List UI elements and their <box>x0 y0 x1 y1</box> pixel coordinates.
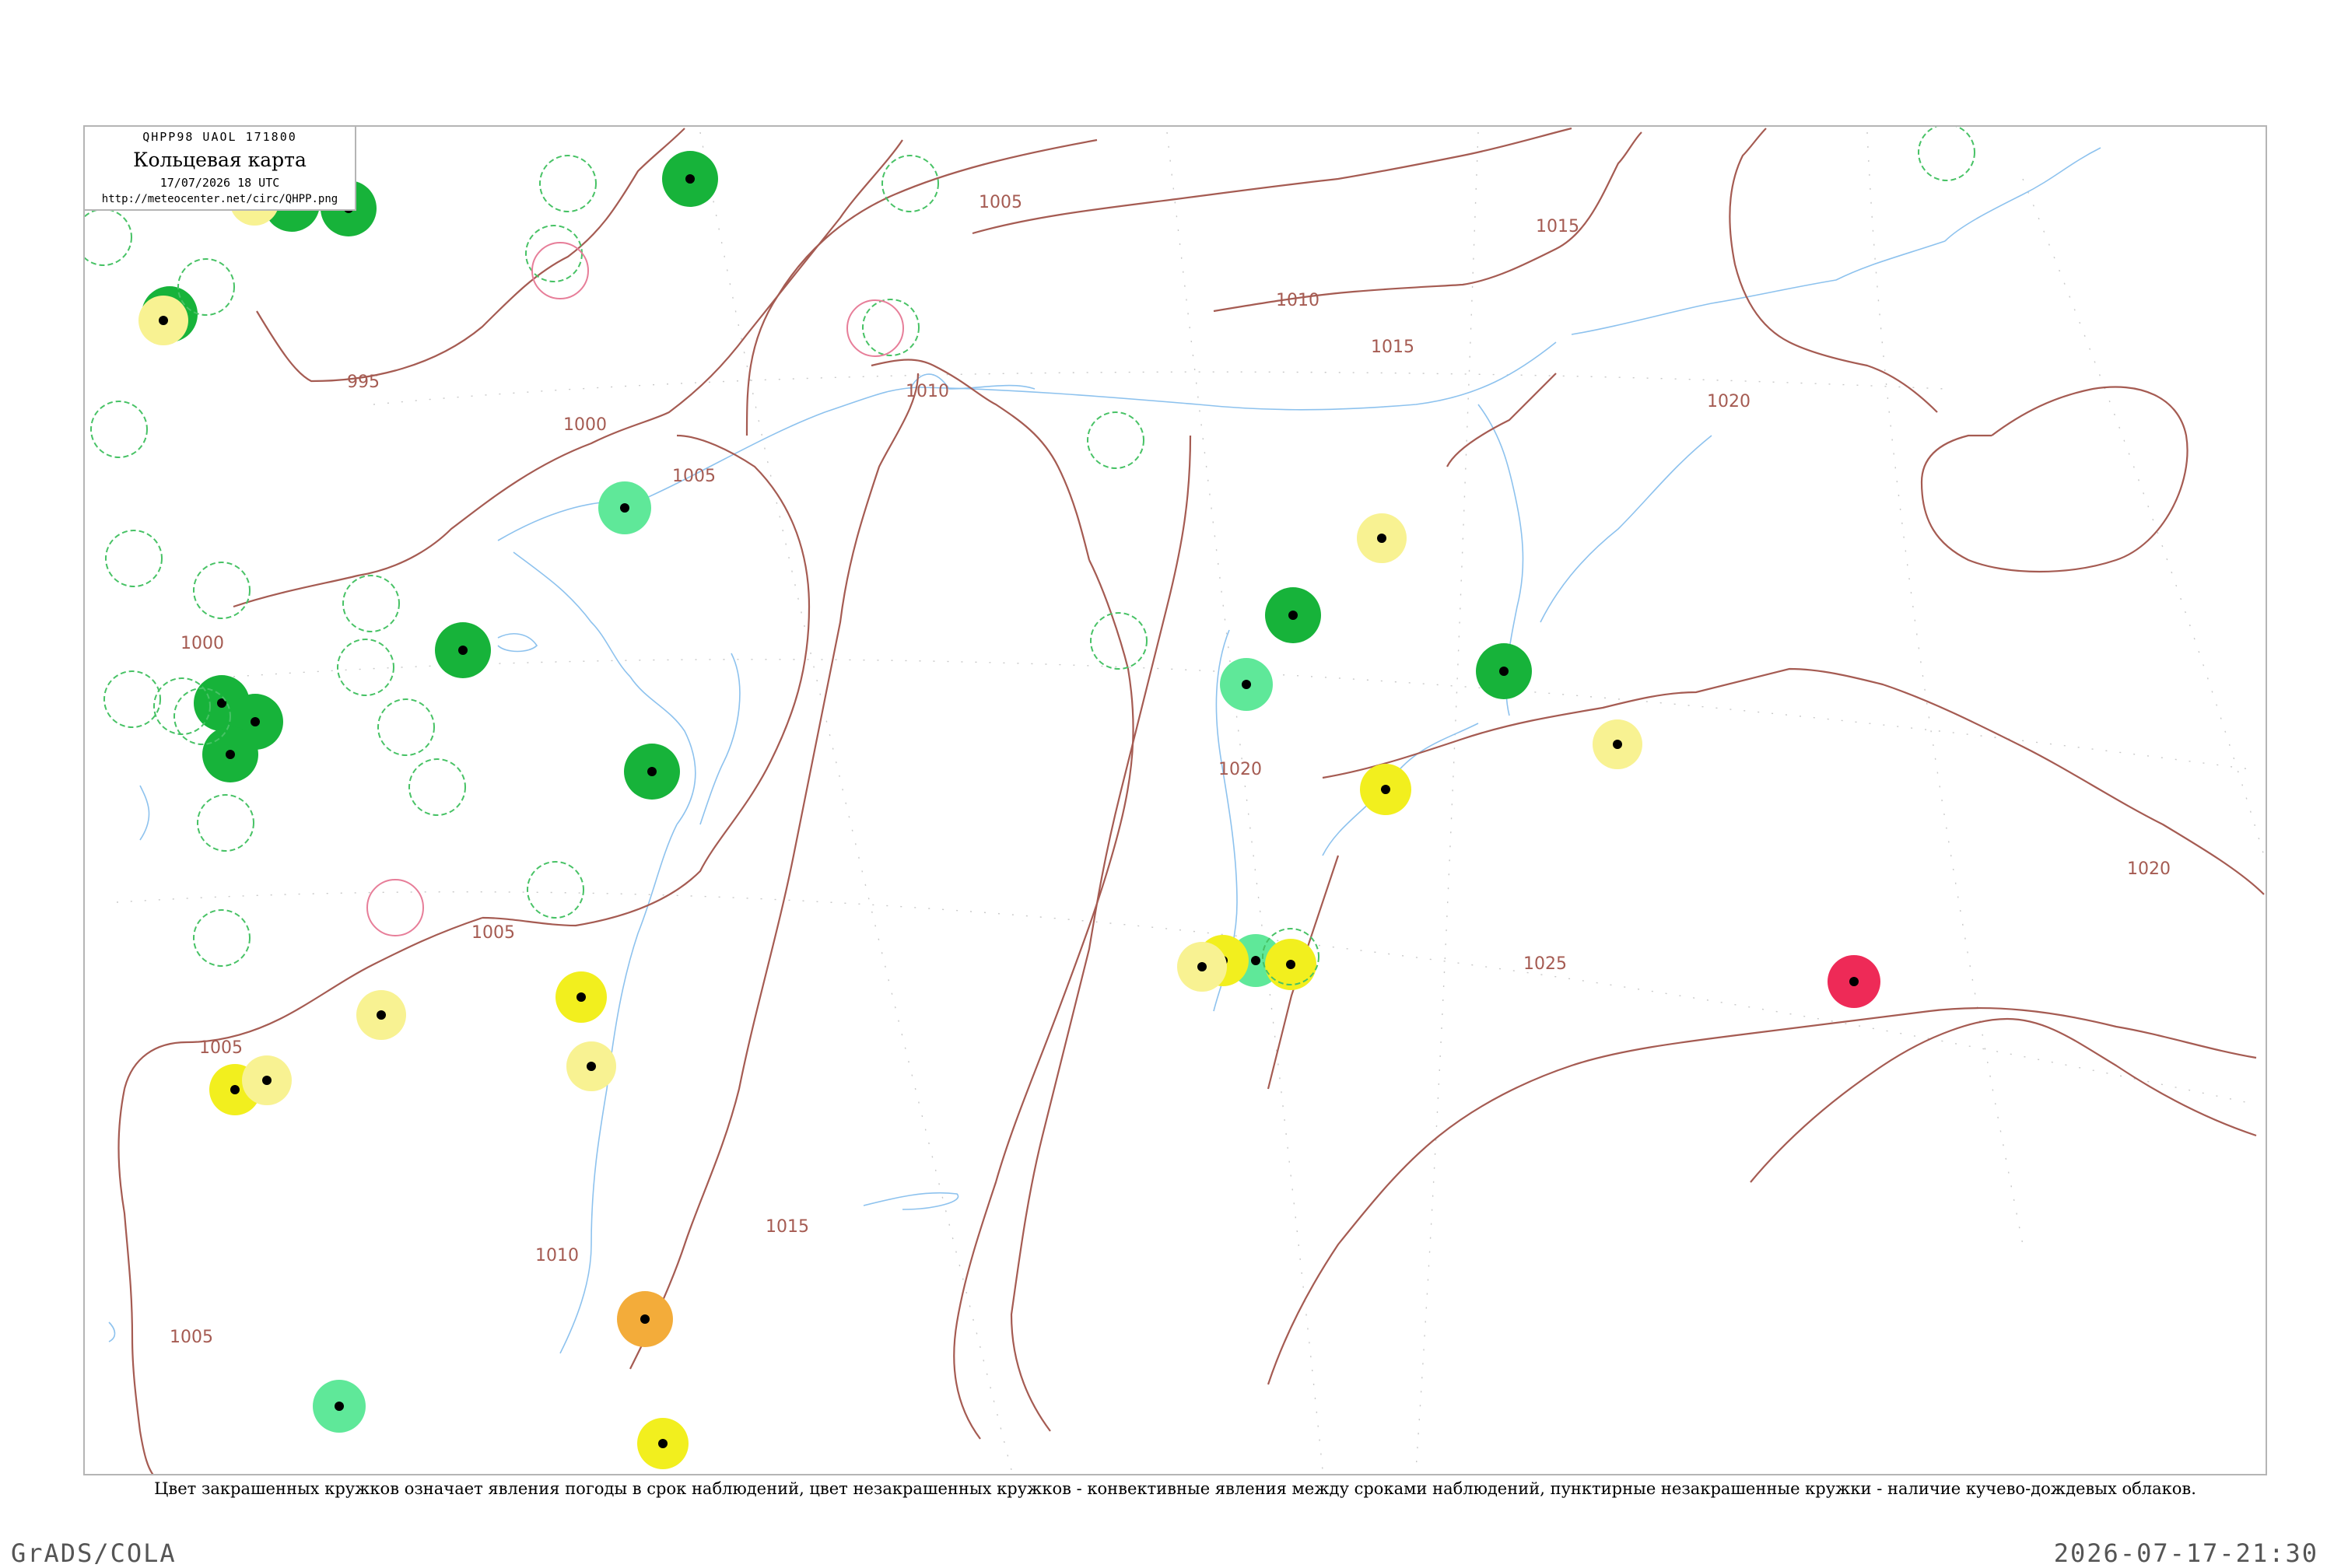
station-dot <box>647 767 657 776</box>
cb-cloud-ring <box>1087 411 1144 469</box>
cb-cloud-ring <box>193 562 251 619</box>
cb-cloud-ring <box>337 639 394 696</box>
station-dot <box>230 1085 240 1094</box>
render-timestamp: 2026-07-17-21:30 <box>2053 1538 2318 1568</box>
cb-cloud-ring <box>85 208 132 266</box>
cb-cloud-ring <box>1090 612 1148 670</box>
station-dot <box>226 750 235 759</box>
station-dot <box>1499 667 1509 676</box>
isobar-label: 1020 <box>1707 392 1750 411</box>
isobar-label: 1020 <box>1218 760 1262 779</box>
cb-cloud-ring <box>342 575 400 632</box>
cb-cloud-ring <box>881 155 939 212</box>
software-credit: GrADS/COLA <box>11 1538 177 1568</box>
weather-map: 995 1000 1000 1005 1005 1005 1005 1005 1… <box>85 127 2265 1474</box>
station-dot <box>1197 962 1207 971</box>
isobar-label: 1005 <box>979 193 1022 212</box>
station-dot <box>685 174 695 184</box>
cb-cloud-ring <box>527 861 584 919</box>
station-dot <box>576 992 586 1002</box>
station-dot <box>1286 960 1295 969</box>
station-dot <box>335 1402 344 1411</box>
cb-cloud-ring <box>539 155 597 212</box>
station-dot <box>1288 611 1298 620</box>
isobar-label: 1005 <box>672 467 716 486</box>
cb-cloud-ring <box>105 530 163 587</box>
cb-cloud-ring <box>1918 127 1975 181</box>
cb-cloud-ring <box>846 299 904 357</box>
cb-cloud-ring <box>197 794 254 852</box>
map-title: Кольцевая карта <box>133 149 307 171</box>
station-dot <box>1242 680 1251 689</box>
bulletin-code: QHPP98 UAOL 171800 <box>142 130 297 144</box>
graticule <box>116 131 2265 1471</box>
station-dot <box>1377 534 1386 543</box>
station-dot <box>377 1010 386 1020</box>
isobar-label: 1005 <box>471 923 515 943</box>
map-valid-time: 17/07/2026 18 UTC <box>159 176 280 190</box>
cb-cloud-ring <box>90 401 148 458</box>
station-dot <box>458 646 468 655</box>
station-dot <box>1381 785 1390 794</box>
isobars <box>117 127 2265 1474</box>
station-markers <box>85 127 1975 1469</box>
isobar-label: 1020 <box>2127 859 2171 879</box>
cb-cloud-ring <box>193 909 251 967</box>
cb-cloud-ring <box>525 225 583 282</box>
station-dot <box>658 1439 668 1448</box>
station-dot <box>251 717 260 726</box>
cb-cloud-ring <box>531 242 589 299</box>
isobar-label: 1015 <box>1536 217 1579 236</box>
legend-caption: Цвет закрашенных кружков означает явлени… <box>154 1479 2196 1498</box>
station-dot <box>1251 956 1260 965</box>
cb-cloud-ring <box>366 879 424 936</box>
station-dot <box>262 1076 272 1085</box>
isobar-label: 1010 <box>906 382 949 401</box>
hydrography <box>108 147 2101 1354</box>
cb-cloud-ring <box>103 670 161 728</box>
cb-cloud-ring <box>862 299 920 356</box>
isobar-label: 1015 <box>1371 338 1414 357</box>
cb-cloud-ring <box>377 698 435 756</box>
station-dot <box>620 503 629 513</box>
isobar-label: 1005 <box>199 1038 243 1058</box>
station-dot <box>1849 977 1859 986</box>
cb-cloud-ring <box>408 758 466 816</box>
isobar-label: 995 <box>347 373 380 392</box>
isobar-label: 1005 <box>170 1328 213 1347</box>
station-dot <box>640 1314 650 1324</box>
source-url: http://meteocenter.net/circ/QHPP.png <box>101 193 338 205</box>
map-title-box: QHPP98 UAOL 171800 Кольцевая карта 17/07… <box>85 127 356 211</box>
isobar-label: 1010 <box>535 1246 579 1265</box>
station-dot <box>159 316 168 325</box>
station-dot <box>587 1062 596 1071</box>
station-dot <box>1613 740 1622 749</box>
isobar-label: 1010 <box>1276 291 1319 310</box>
isobar-label: 1000 <box>180 634 224 653</box>
isobar-label: 1025 <box>1523 954 1567 974</box>
isobar-label: 1000 <box>563 415 607 435</box>
isobar-label: 1015 <box>766 1217 809 1237</box>
